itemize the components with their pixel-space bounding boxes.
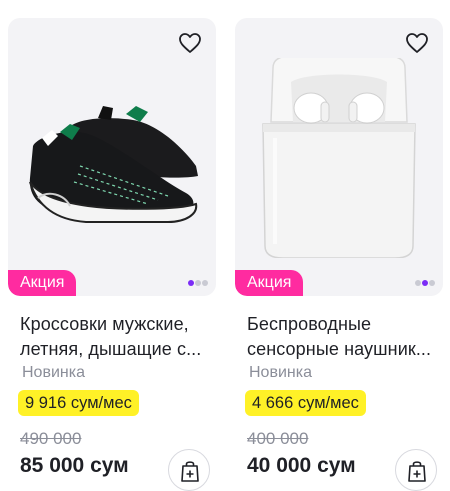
current-price: 85 000 сум xyxy=(20,454,129,477)
product-title[interactable]: Беспроводные сенсорные наушник... xyxy=(247,312,437,362)
heart-icon[interactable] xyxy=(405,32,429,54)
old-price: 490 000 xyxy=(20,429,82,448)
product-image-area[interactable]: Акция xyxy=(8,18,216,296)
product-grid: Акция Кроссовки мужские, летняя, дышащие… xyxy=(0,0,450,491)
product-title[interactable]: Кроссовки мужские, летняя, дышащие с... xyxy=(20,312,210,362)
carousel-dot-active xyxy=(188,280,194,286)
promo-badge: Акция xyxy=(8,270,77,296)
sneakers-product-image xyxy=(29,106,198,223)
product-card[interactable]: Акция Беспроводные сенсорные наушник... … xyxy=(235,18,443,491)
add-to-cart-button[interactable] xyxy=(395,449,437,491)
carousel-dot-active xyxy=(422,280,428,286)
carousel-dot xyxy=(429,280,435,286)
product-title-line: летняя, дышащие с... xyxy=(20,339,202,359)
new-tag: Новинка xyxy=(249,364,312,381)
product-title-line: Беспроводные xyxy=(247,314,372,334)
product-title-line: Кроссовки мужские, xyxy=(20,314,189,334)
heart-icon[interactable] xyxy=(178,32,202,54)
add-to-cart-button[interactable] xyxy=(168,449,210,491)
product-image-area[interactable]: Акция xyxy=(235,18,443,296)
earbuds-product-image xyxy=(262,58,416,258)
installment-price: 9 916 сум/мес xyxy=(18,390,139,416)
current-price: 40 000 сум xyxy=(247,454,356,477)
product-card[interactable]: Акция Кроссовки мужские, летняя, дышащие… xyxy=(8,18,216,491)
image-carousel-dots xyxy=(188,279,208,287)
carousel-dot xyxy=(415,280,421,286)
installment-price: 4 666 сум/мес xyxy=(245,390,366,416)
promo-badge: Акция xyxy=(235,270,304,296)
carousel-dot xyxy=(195,280,201,286)
shopping-bag-plus-icon xyxy=(181,461,199,482)
shopping-bag-plus-icon xyxy=(408,461,426,482)
old-price: 400 000 xyxy=(247,429,309,448)
carousel-dot xyxy=(202,280,208,286)
new-tag: Новинка xyxy=(22,364,85,381)
image-carousel-dots xyxy=(415,279,435,287)
product-title-line: сенсорные наушник... xyxy=(247,339,432,359)
